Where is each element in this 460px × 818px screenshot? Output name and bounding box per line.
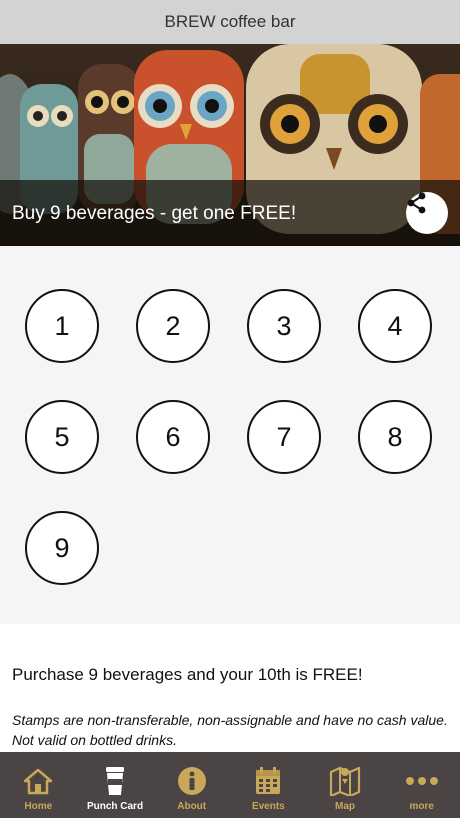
app-header: BREW coffee bar [0, 0, 460, 44]
calendar-icon [251, 764, 285, 798]
tab-label: Punch Card [86, 801, 144, 812]
home-icon [21, 764, 55, 798]
share-button[interactable] [406, 192, 448, 234]
punch-stamp-1[interactable]: 1 [25, 289, 99, 363]
hero-title: Buy 9 beverages - get one FREE! [12, 203, 297, 224]
share-icon [407, 192, 426, 214]
more-icon [405, 764, 439, 798]
terms-text: Stamps are non-transferable, non-assigna… [12, 712, 448, 748]
coffee-cup-icon [98, 764, 132, 798]
tab-map[interactable]: Map [307, 752, 384, 818]
punch-stamp-4[interactable]: 4 [358, 289, 432, 363]
tab-more[interactable]: more [383, 752, 460, 818]
info-icon [175, 764, 209, 798]
bottom-tab-bar: Home Punch Card About Events Map more [0, 752, 460, 818]
tab-label: more [409, 801, 434, 812]
map-icon [328, 764, 362, 798]
tab-label: Events [251, 801, 285, 812]
punch-stamp-7[interactable]: 7 [247, 400, 321, 474]
tab-about[interactable]: About [153, 752, 230, 818]
punch-stamp-5[interactable]: 5 [25, 400, 99, 474]
punch-stamp-8[interactable]: 8 [358, 400, 432, 474]
tab-label: Home [24, 801, 53, 812]
tab-events[interactable]: Events [230, 752, 307, 818]
tab-label: About [177, 801, 207, 812]
tab-home[interactable]: Home [0, 752, 77, 818]
offer-description: Purchase 9 beverages and your 10th is FR… [12, 665, 363, 684]
page-title: BREW coffee bar [164, 12, 296, 31]
punch-stamp-9[interactable]: 9 [25, 511, 99, 585]
hero-banner: Buy 9 beverages - get one FREE! [0, 44, 460, 246]
punch-card-grid: 1 2 3 4 5 6 7 8 9 [0, 246, 460, 624]
punch-stamp-2[interactable]: 2 [136, 289, 210, 363]
punch-stamp-3[interactable]: 3 [247, 289, 321, 363]
punch-stamp-6[interactable]: 6 [136, 400, 210, 474]
tab-label: Map [335, 801, 356, 812]
tab-punch-card[interactable]: Punch Card [77, 752, 154, 818]
